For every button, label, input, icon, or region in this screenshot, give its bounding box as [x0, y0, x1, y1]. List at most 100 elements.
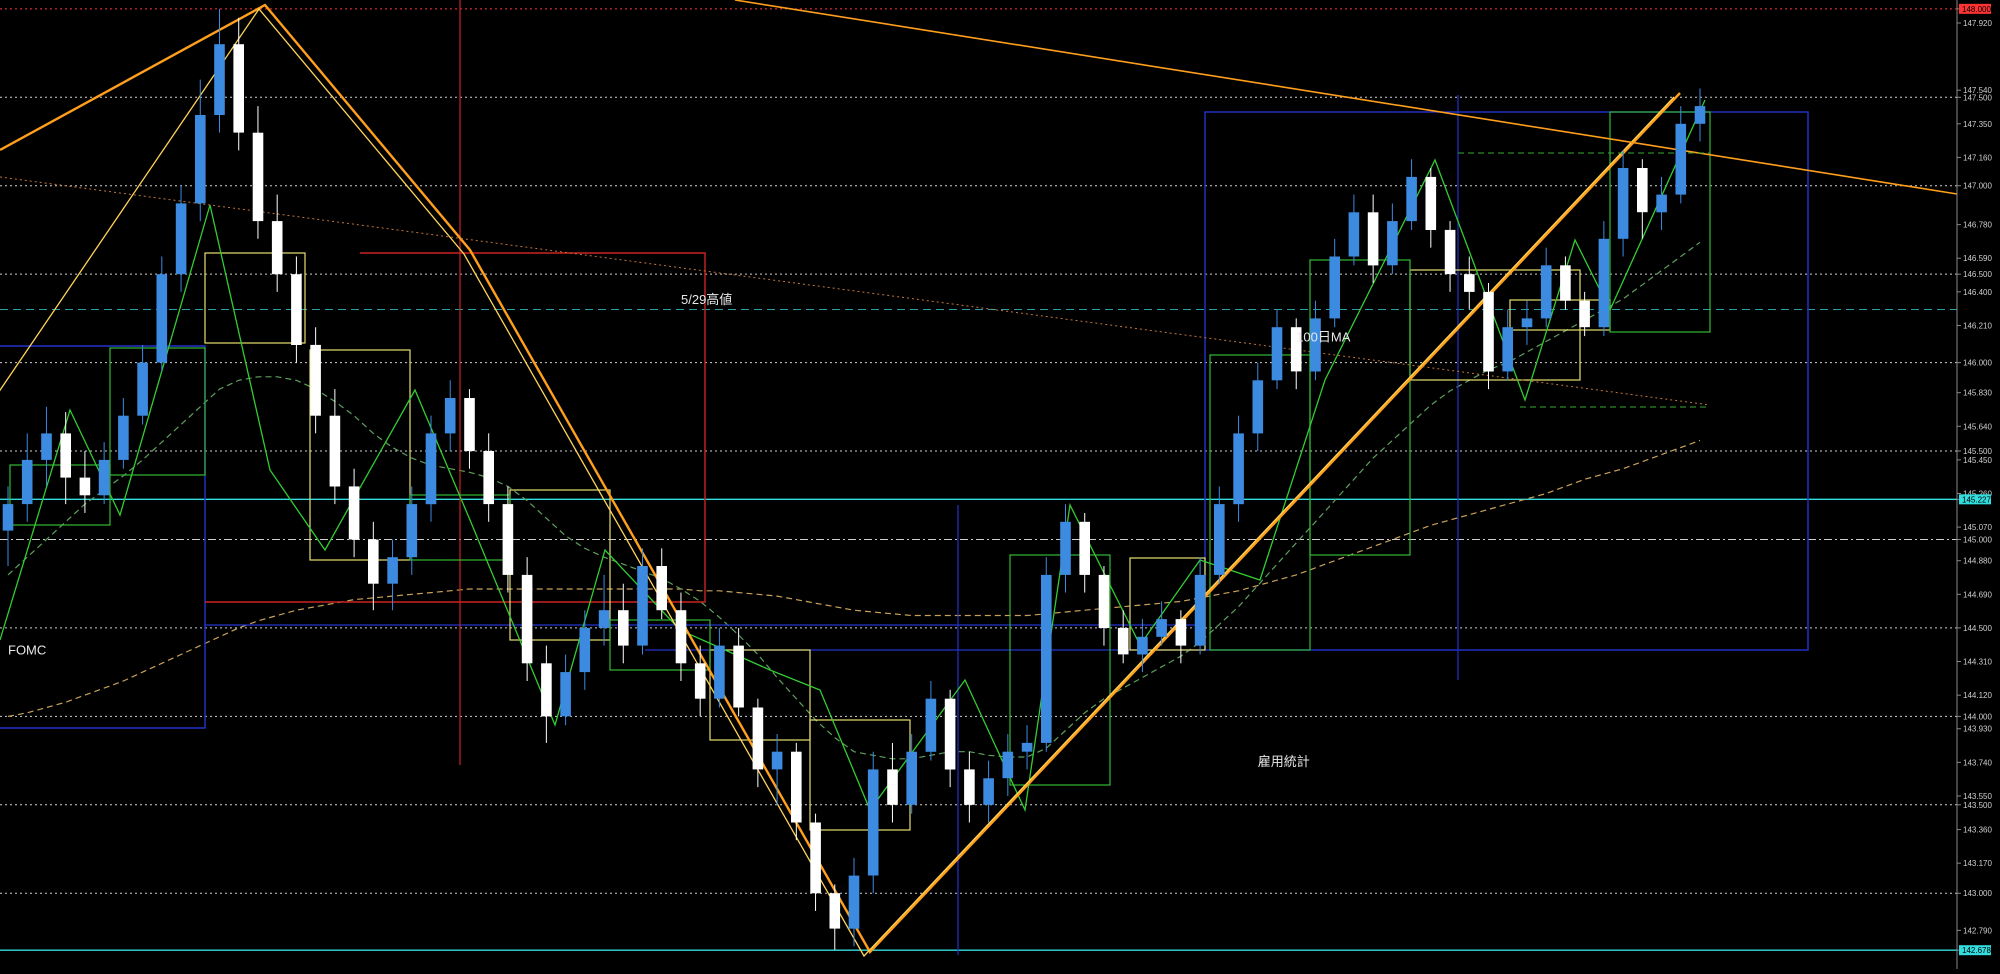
- candle-body: [1521, 318, 1533, 328]
- candle-body: [1464, 274, 1475, 292]
- price-tick-label: 145.830: [1963, 389, 1992, 398]
- candle-body: [195, 115, 206, 204]
- price-tick-label: 144.120: [1963, 691, 1992, 700]
- candle-body: [867, 769, 879, 876]
- candle-body: [848, 875, 860, 929]
- candle-body: [1271, 327, 1283, 381]
- candle-body: [1002, 751, 1014, 779]
- price-tick-label: 143.360: [1963, 826, 1992, 835]
- price-tick-label: 147.000: [1963, 182, 1992, 191]
- price-tick-label: 146.780: [1963, 221, 1992, 230]
- price-tick-label: 144.500: [1963, 624, 1992, 633]
- candle-body: [1444, 229, 1456, 275]
- candle-body: [1194, 574, 1206, 646]
- price-tick-label: 145.640: [1963, 422, 1992, 431]
- candle-body: [1675, 123, 1687, 195]
- candle-body: [1656, 194, 1667, 213]
- candle-body: [1694, 106, 1706, 124]
- candle-body: [944, 698, 956, 770]
- candle-body: [2, 504, 14, 531]
- candle-body: [1425, 176, 1437, 230]
- price-tick-label: 143.000: [1963, 889, 1992, 898]
- candle-body: [579, 627, 591, 673]
- candle-body: [887, 769, 898, 805]
- candle-body: [1214, 504, 1225, 575]
- candle-body: [1579, 300, 1590, 328]
- candle-body: [1387, 221, 1398, 266]
- candle-body: [791, 751, 802, 823]
- candle-body: [1252, 380, 1264, 434]
- candle-body: [560, 672, 571, 717]
- candle-body: [252, 132, 264, 222]
- candle-body: [1502, 327, 1513, 372]
- candle-body: [656, 566, 667, 611]
- candle-body: [368, 539, 379, 584]
- price-tick-label: 144.310: [1963, 658, 1992, 667]
- candle-body: [925, 698, 937, 752]
- price-tick-label: 143.550: [1963, 792, 1992, 801]
- price-tick-label: 145.500: [1963, 447, 1992, 456]
- candle-body: [1137, 636, 1148, 655]
- candle-body: [1021, 742, 1033, 752]
- annotation-label: 雇用統計: [1258, 754, 1310, 769]
- candle-body: [156, 274, 168, 363]
- candle-body: [1098, 574, 1110, 628]
- price-tick-label: 145.070: [1963, 523, 1992, 532]
- candle-body: [310, 344, 321, 416]
- candle-body: [387, 557, 398, 584]
- candle-body: [483, 451, 494, 505]
- annotation-label: 100日MA: [1296, 329, 1351, 344]
- price-tick-label: 145.450: [1963, 456, 1992, 465]
- price-tick-label: 146.210: [1963, 321, 1992, 330]
- price-tick-label: 147.920: [1963, 19, 1992, 28]
- price-tick-label: 144.000: [1963, 712, 1992, 721]
- candle-body: [406, 504, 418, 558]
- candle-body: [618, 610, 629, 646]
- price-tick-label: 146.500: [1963, 270, 1992, 279]
- price-tick-label: 146.400: [1963, 288, 1992, 297]
- candle-body: [733, 645, 744, 708]
- candle-body: [1540, 265, 1552, 319]
- price-tick-label: 145.227: [1962, 495, 1991, 504]
- candle-body: [60, 433, 71, 478]
- candle-body: [598, 610, 610, 628]
- price-tick-label: 144.880: [1963, 557, 1992, 566]
- candle-body: [1367, 212, 1379, 266]
- candle-body: [1117, 627, 1129, 655]
- candle-body: [1637, 168, 1648, 213]
- candle-body: [1406, 176, 1417, 222]
- candle-body: [21, 459, 33, 505]
- candle-body: [348, 486, 360, 540]
- candle-body: [714, 645, 725, 699]
- price-tick-label: 147.160: [1963, 153, 1992, 162]
- candle-body: [291, 274, 302, 345]
- annotation-label: 5/29高値: [681, 292, 732, 307]
- price-tick-label: 142.790: [1963, 926, 1992, 935]
- candle-body: [810, 822, 821, 894]
- candle-body: [1156, 619, 1167, 637]
- candle-body: [137, 362, 148, 416]
- candle-body: [1175, 619, 1187, 646]
- candle-body: [1598, 238, 1610, 328]
- candle-body: [329, 415, 341, 487]
- price-tick-label: 143.930: [1963, 725, 1992, 734]
- candle-body: [1329, 256, 1340, 319]
- candle-body: [233, 44, 244, 133]
- candle-body: [79, 477, 91, 496]
- candle-body: [1079, 521, 1090, 575]
- candle-body: [118, 415, 129, 460]
- price-tick-label: 147.500: [1963, 93, 1992, 102]
- candle-body: [1060, 521, 1071, 575]
- candle-body: [175, 203, 187, 275]
- candle-body: [214, 44, 225, 116]
- price-tick-label: 145.000: [1963, 535, 1992, 544]
- candle-body: [271, 221, 283, 275]
- candle-body: [1233, 433, 1244, 505]
- candle-body: [521, 574, 533, 664]
- candle-body: [771, 751, 783, 770]
- price-tick-label: 146.590: [1963, 254, 1992, 263]
- candle-body: [1348, 212, 1360, 257]
- candle-body: [906, 751, 917, 805]
- price-tick-label: 146.000: [1963, 359, 1992, 368]
- candle-body: [1617, 168, 1629, 239]
